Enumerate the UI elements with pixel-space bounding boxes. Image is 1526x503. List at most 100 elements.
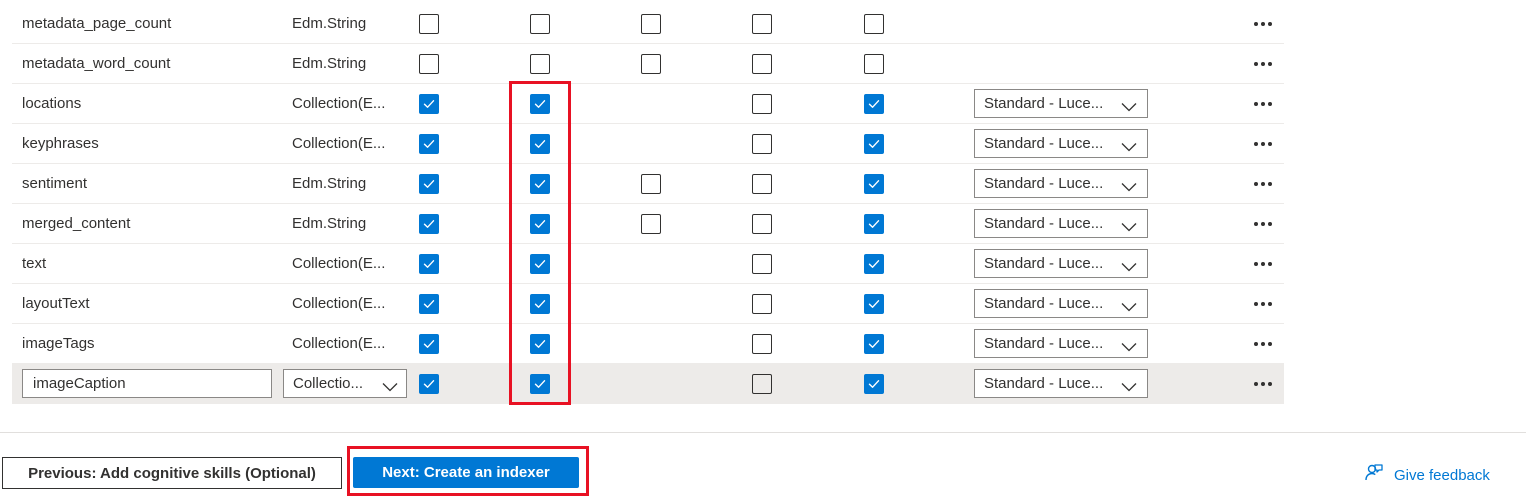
retrievable-checkbox[interactable]	[419, 253, 439, 274]
field-type-cell: Collection(E...	[292, 324, 385, 363]
table-row[interactable]: metadata_word_count Edm.String	[12, 44, 1284, 84]
retrievable-checkbox[interactable]	[419, 173, 439, 194]
searchable-checkbox[interactable]	[864, 333, 884, 354]
table-row[interactable]: imageTags Collection(E... Standard - Luce.…	[12, 324, 1284, 364]
searchable-checkbox[interactable]	[864, 133, 884, 154]
facetable-checkbox[interactable]	[752, 93, 772, 114]
filterable-checkbox[interactable]	[530, 13, 550, 34]
analyzer-cell: Standard - Luce...	[974, 124, 1148, 163]
retrievable-cell	[419, 4, 439, 43]
table-row[interactable]: layoutText Collection(E... Standard - Luce…	[12, 284, 1284, 324]
searchable-checkbox[interactable]	[864, 293, 884, 314]
searchable-checkbox[interactable]	[864, 253, 884, 274]
more-horizontal-icon[interactable]	[1254, 181, 1272, 186]
filterable-checkbox[interactable]	[530, 93, 550, 114]
facetable-checkbox[interactable]	[752, 373, 772, 394]
facetable-checkbox[interactable]	[752, 53, 772, 74]
field-type-dropdown[interactable]: Collectio...	[283, 369, 407, 398]
searchable-checkbox[interactable]	[864, 53, 884, 74]
next-button[interactable]: Next: Create an indexer	[353, 457, 579, 488]
filterable-cell	[530, 244, 550, 283]
row-actions-cell	[1254, 284, 1272, 323]
checkmark-icon	[422, 217, 436, 231]
facetable-cell	[752, 204, 772, 243]
retrievable-checkbox[interactable]	[419, 213, 439, 234]
analyzer-dropdown[interactable]: Standard - Luce...	[974, 289, 1148, 318]
chevron-down-icon	[382, 379, 398, 396]
sortable-checkbox[interactable]	[641, 13, 661, 34]
sortable-checkbox[interactable]	[641, 53, 661, 74]
searchable-checkbox[interactable]	[864, 13, 884, 34]
filterable-cell	[530, 84, 550, 123]
analyzer-dropdown[interactable]: Standard - Luce...	[974, 249, 1148, 278]
field-name-input[interactable]	[22, 369, 272, 398]
analyzer-dropdown[interactable]: Standard - Luce...	[974, 169, 1148, 198]
analyzer-dropdown[interactable]: Standard - Luce...	[974, 209, 1148, 238]
more-horizontal-icon[interactable]	[1254, 141, 1272, 146]
filterable-cell	[530, 204, 550, 243]
give-feedback-link[interactable]: Give feedback	[1364, 463, 1490, 487]
facetable-checkbox[interactable]	[752, 13, 772, 34]
checkmark-icon	[867, 217, 881, 231]
table-row[interactable]: metadata_page_count Edm.String	[12, 4, 1284, 44]
retrievable-checkbox[interactable]	[419, 293, 439, 314]
retrievable-checkbox[interactable]	[419, 333, 439, 354]
row-actions-cell	[1254, 204, 1272, 243]
field-type-cell: Collection(E...	[292, 244, 385, 283]
analyzer-dropdown[interactable]: Standard - Luce...	[974, 329, 1148, 358]
searchable-checkbox[interactable]	[864, 173, 884, 194]
retrievable-checkbox[interactable]	[419, 53, 439, 74]
analyzer-dropdown[interactable]: Standard - Luce...	[974, 89, 1148, 118]
more-horizontal-icon[interactable]	[1254, 261, 1272, 266]
table-row[interactable]: sentiment Edm.String Standard - Luce...	[12, 164, 1284, 204]
row-actions-cell	[1254, 84, 1272, 123]
filterable-checkbox[interactable]	[530, 53, 550, 74]
searchable-checkbox[interactable]	[864, 93, 884, 114]
filterable-checkbox[interactable]	[530, 173, 550, 194]
searchable-checkbox[interactable]	[864, 373, 884, 394]
facetable-checkbox[interactable]	[752, 133, 772, 154]
filterable-checkbox[interactable]	[530, 133, 550, 154]
more-horizontal-icon[interactable]	[1254, 301, 1272, 306]
more-horizontal-icon[interactable]	[1254, 221, 1272, 226]
field-type: Collection(E...	[292, 135, 386, 152]
facetable-checkbox[interactable]	[752, 253, 772, 274]
retrievable-checkbox[interactable]	[419, 373, 439, 394]
facetable-checkbox[interactable]	[752, 333, 772, 354]
analyzer-dropdown[interactable]: Standard - Luce...	[974, 369, 1148, 398]
filterable-checkbox[interactable]	[530, 373, 550, 394]
retrievable-checkbox[interactable]	[419, 133, 439, 154]
more-horizontal-icon[interactable]	[1254, 381, 1272, 386]
table-row[interactable]: text Collection(E... Standard - Luce...	[12, 244, 1284, 284]
table-row[interactable]: merged_content Edm.String Standard - Luce.…	[12, 204, 1284, 244]
analyzer-value: Standard - Luce...	[984, 215, 1104, 232]
sortable-checkbox[interactable]	[641, 173, 661, 194]
more-horizontal-icon[interactable]	[1254, 61, 1272, 66]
table-row[interactable]: keyphrases Collection(E... Standard - Luce…	[12, 124, 1284, 164]
retrievable-checkbox[interactable]	[419, 13, 439, 34]
filterable-checkbox[interactable]	[530, 253, 550, 274]
facetable-cell	[752, 284, 772, 323]
sortable-checkbox[interactable]	[641, 213, 661, 234]
filterable-checkbox[interactable]	[530, 213, 550, 234]
facetable-checkbox[interactable]	[752, 293, 772, 314]
facetable-cell	[752, 364, 772, 403]
analyzer-cell: Standard - Luce...	[974, 364, 1148, 403]
table-row[interactable]: Collectio... Standard - Luce...	[12, 364, 1284, 404]
analyzer-dropdown[interactable]: Standard - Luce...	[974, 129, 1148, 158]
more-horizontal-icon[interactable]	[1254, 101, 1272, 106]
table-row[interactable]: locations Collection(E... Standard - Luce.…	[12, 84, 1284, 124]
more-horizontal-icon[interactable]	[1254, 341, 1272, 346]
field-name-cell: locations	[22, 84, 81, 123]
facetable-checkbox[interactable]	[752, 213, 772, 234]
filterable-checkbox[interactable]	[530, 333, 550, 354]
facetable-checkbox[interactable]	[752, 173, 772, 194]
field-name-cell: text	[22, 244, 46, 283]
searchable-checkbox[interactable]	[864, 213, 884, 234]
field-type-cell: Collection(E...	[292, 84, 385, 123]
filterable-checkbox[interactable]	[530, 293, 550, 314]
retrievable-checkbox[interactable]	[419, 93, 439, 114]
checkmark-icon	[422, 257, 436, 271]
previous-button[interactable]: Previous: Add cognitive skills (Optional…	[2, 457, 342, 489]
more-horizontal-icon[interactable]	[1254, 21, 1272, 26]
